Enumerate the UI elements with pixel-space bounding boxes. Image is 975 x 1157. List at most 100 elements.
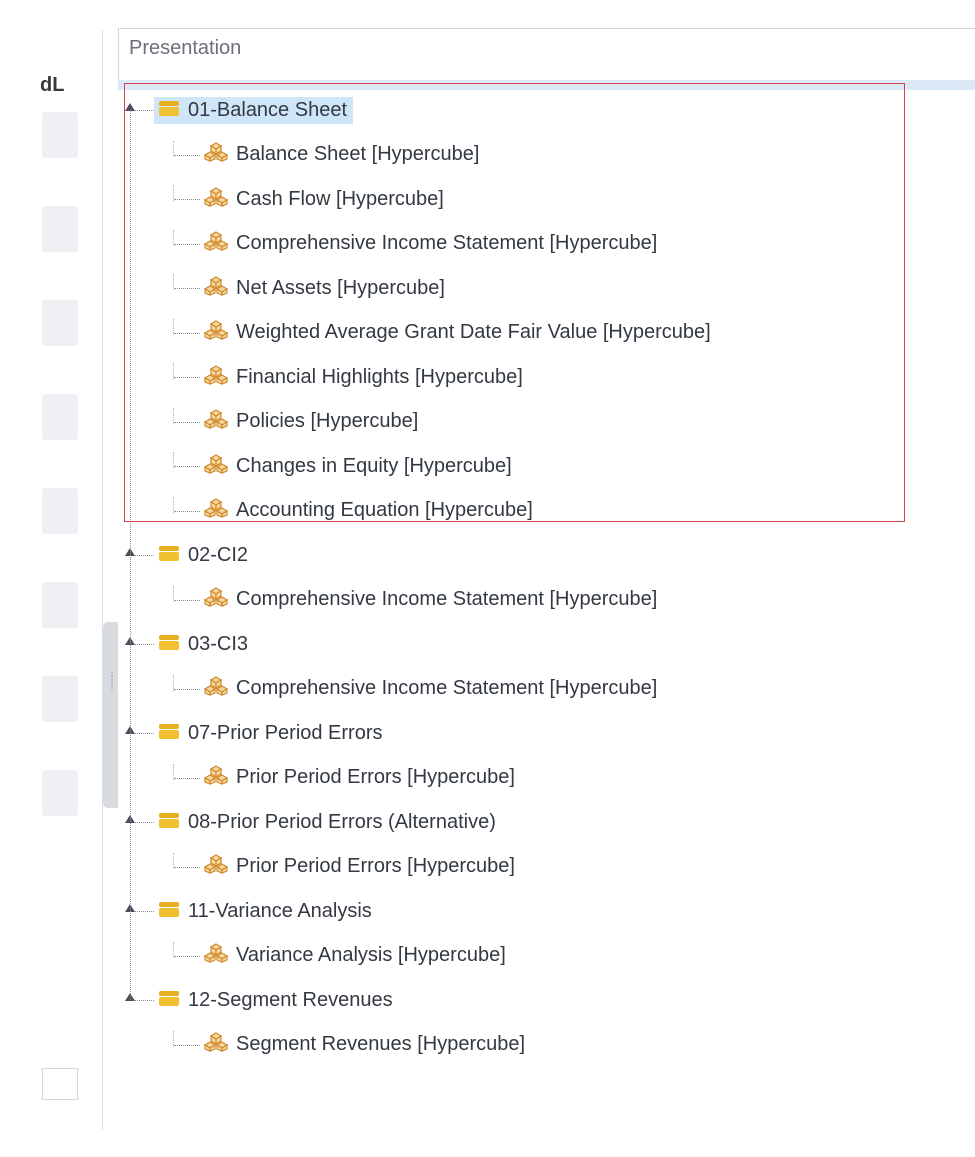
tree-folder-row[interactable]: 03-CI3	[158, 626, 248, 662]
tree-hypercube-label: Prior Period Errors [Hypercube]	[236, 766, 515, 788]
tree-folder-label-wrap[interactable]: 11-Variance Analysis	[158, 900, 372, 923]
tree-hypercube-label: Comprehensive Income Statement [Hypercub…	[236, 677, 658, 699]
folder-icon	[158, 99, 180, 122]
tree-hypercube-label: Segment Revenues [Hypercube]	[236, 1033, 526, 1055]
tree-connector	[173, 1030, 174, 1047]
tree-connector	[174, 199, 200, 200]
hypercube-icon	[203, 765, 229, 790]
tree-hypercube-row[interactable]: Cash Flow [Hypercube]	[203, 181, 444, 217]
tree-folder-row[interactable]: 08-Prior Period Errors (Alternative)	[158, 804, 496, 840]
tree-folder-label-wrap[interactable]: 02-CI2	[158, 544, 248, 567]
tree-hypercube-row[interactable]: Policies [Hypercube]	[203, 404, 419, 440]
tree-folder-label-wrap[interactable]: 12-Segment Revenues	[158, 989, 393, 1012]
tree-folder-row[interactable]: 02-CI2	[158, 537, 248, 573]
left-panel-input[interactable]	[42, 1068, 78, 1100]
tree-connector	[134, 644, 154, 645]
tree-hypercube-row[interactable]: Balance Sheet [Hypercube]	[203, 137, 480, 173]
tree-connector	[173, 674, 174, 691]
tree-hypercube-row[interactable]: Net Assets [Hypercube]	[203, 270, 445, 306]
tree-connector	[174, 377, 200, 378]
tree-connector	[174, 466, 200, 467]
tree-folder-label-wrap[interactable]: 03-CI3	[158, 633, 248, 656]
tree-folder-label: 03-CI3	[188, 632, 249, 655]
hypercube-icon	[203, 1032, 229, 1057]
tree-connector	[130, 110, 131, 1000]
left-panel-cell[interactable]	[42, 676, 78, 722]
tree-hypercube-row[interactable]: Prior Period Errors [Hypercube]	[203, 760, 515, 796]
tree-hypercube-label: Policies [Hypercube]	[236, 410, 419, 432]
hypercube-icon	[203, 364, 229, 390]
tree-folder-row[interactable]: 01-Balance Sheet	[154, 92, 354, 128]
tree-hypercube-label: Balance Sheet [Hypercube]	[236, 143, 480, 165]
presentation-header-label: Presentation	[129, 37, 242, 59]
tree-connector	[173, 763, 174, 780]
tree-connector	[134, 733, 154, 734]
tree-folder-label: 01-Balance Sheet	[188, 98, 348, 121]
tree-hypercube-row[interactable]: Weighted Average Grant Date Fair Value […	[203, 315, 711, 351]
tree-hypercube-label: Weighted Average Grant Date Fair Value […	[236, 321, 711, 343]
tree-hypercube-row[interactable]: Comprehensive Income Statement [Hypercub…	[203, 671, 658, 707]
tree-folder-label-wrap[interactable]: 01-Balance Sheet	[154, 96, 354, 124]
tree-folder-label: 08-Prior Period Errors (Alternative)	[188, 810, 496, 833]
tree-connector	[134, 555, 154, 556]
tree-connector	[173, 363, 174, 379]
tree-connector	[173, 229, 174, 246]
tree-hypercube-row[interactable]: Financial Highlights [Hypercube]	[203, 359, 523, 395]
tree-folder-row[interactable]: 12-Segment Revenues	[158, 982, 393, 1018]
tree-connector	[174, 154, 200, 156]
tree-connector	[174, 866, 200, 868]
folder-icon	[158, 989, 180, 1012]
tree-connector	[173, 852, 174, 869]
hypercube-icon	[203, 320, 229, 345]
tree-connector	[173, 941, 174, 958]
hypercube-icon	[203, 676, 229, 701]
tree-connector	[174, 1044, 200, 1046]
tree-connector	[174, 955, 200, 957]
tree-hypercube-label: Prior Period Errors [Hypercube]	[236, 855, 515, 877]
tree-hypercube-row[interactable]: Changes in Equity [Hypercube]	[203, 448, 512, 484]
tree-folder-label: 02-CI2	[188, 543, 249, 566]
tree-hypercube-row[interactable]: Comprehensive Income Statement [Hypercub…	[203, 226, 658, 262]
folder-icon	[158, 811, 180, 834]
hypercube-icon	[203, 186, 229, 212]
hypercube-icon	[203, 498, 229, 523]
hypercube-icon	[203, 142, 229, 167]
left-panel-cell[interactable]	[42, 300, 78, 346]
tree-connector	[173, 585, 174, 602]
tree-connector	[174, 688, 200, 690]
tree-connector	[134, 110, 154, 111]
presentation-tree: 01-Balance Sheet Balance Sheet [Hypercube…	[110, 90, 970, 1090]
left-panel-cell[interactable]	[42, 112, 78, 158]
tree-hypercube-label: Cash Flow [Hypercube]	[236, 187, 444, 210]
left-panel-cell[interactable]	[42, 582, 78, 628]
tree-folder-row[interactable]: 07-Prior Period Errors	[158, 715, 383, 751]
tree-folder-label-wrap[interactable]: 07-Prior Period Errors	[158, 722, 383, 745]
tree-hypercube-label: Accounting Equation [Hypercube]	[236, 499, 533, 521]
tree-hypercube-row[interactable]: Accounting Equation [Hypercube]	[203, 493, 533, 529]
header-selection-stripe	[118, 80, 975, 90]
tree-hypercube-row[interactable]: Comprehensive Income Statement [Hypercub…	[203, 582, 657, 618]
left-panel-cell[interactable]	[42, 206, 78, 252]
tree-hypercube-row[interactable]: Segment Revenues [Hypercube]	[203, 1027, 526, 1063]
tree-folder-label: 07-Prior Period Errors	[188, 721, 383, 744]
hypercube-icon	[203, 409, 229, 434]
tree-hypercube-row[interactable]: Prior Period Errors [Hypercube]	[203, 849, 515, 885]
left-panel: dL	[0, 0, 103, 1157]
tree-connector	[134, 822, 154, 823]
tree-connector	[174, 777, 200, 779]
folder-icon	[158, 544, 180, 567]
hypercube-icon	[203, 453, 229, 479]
tree-connector	[173, 318, 174, 335]
tree-folder-row[interactable]: 11-Variance Analysis	[158, 893, 372, 929]
tree-hypercube-label: Variance Analysis [Hypercube]	[236, 944, 506, 966]
tree-connector	[174, 332, 200, 334]
tree-folder-label-wrap[interactable]: 08-Prior Period Errors (Alternative)	[158, 811, 496, 834]
left-panel-cell[interactable]	[42, 488, 78, 534]
left-panel-cell[interactable]	[42, 394, 78, 440]
left-panel-cell[interactable]	[42, 770, 78, 816]
tree-hypercube-label: Comprehensive Income Statement [Hypercub…	[236, 232, 658, 254]
tree-connector	[173, 140, 174, 157]
tree-hypercube-row[interactable]: Variance Analysis [Hypercube]	[203, 938, 506, 974]
tree-folder-label: 11-Variance Analysis	[188, 899, 372, 922]
hypercube-icon	[203, 854, 229, 879]
